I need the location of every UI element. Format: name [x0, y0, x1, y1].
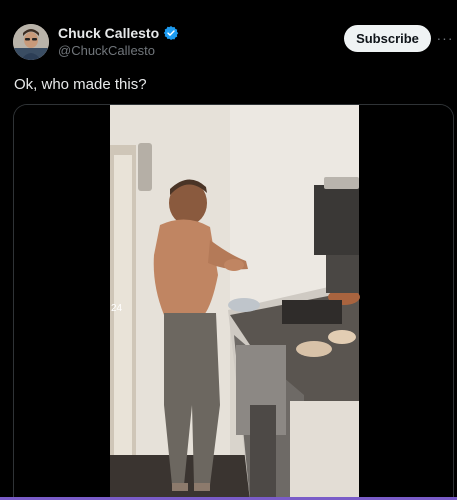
- post-header: Chuck Callesto @ChuckCallesto Subscribe …: [0, 0, 457, 66]
- post-video[interactable]: 24: [13, 104, 454, 500]
- avatar-image: [13, 24, 49, 60]
- more-options-icon[interactable]: ···: [436, 28, 454, 48]
- post-text: Ok, who made this?: [14, 76, 147, 93]
- subscribe-button[interactable]: Subscribe: [344, 25, 431, 52]
- avatar[interactable]: [13, 24, 49, 60]
- verified-badge-icon: [163, 25, 179, 41]
- author-name-row[interactable]: Chuck Callesto: [58, 25, 179, 41]
- video-frame-image: 24: [14, 105, 453, 500]
- author-handle[interactable]: @ChuckCallesto: [58, 43, 155, 58]
- author-name[interactable]: Chuck Callesto: [58, 25, 159, 41]
- video-overlay-text: 24: [111, 303, 123, 314]
